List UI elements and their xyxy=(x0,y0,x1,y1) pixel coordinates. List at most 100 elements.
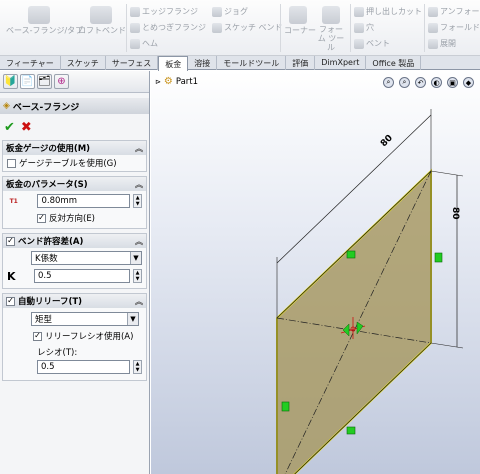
reverse-direction-checkbox[interactable]: ✓ xyxy=(37,213,46,223)
relief-ratio-input[interactable]: 0.5 xyxy=(37,360,131,374)
tab-surfaces[interactable]: サーフェス xyxy=(106,56,159,70)
unfold-button[interactable]: アンフォールド xyxy=(428,6,480,17)
lofted-bend-icon xyxy=(90,6,112,24)
chevron-up-icon[interactable]: ︽ xyxy=(135,236,143,247)
dimxpert-tab-icon[interactable]: ⊕ xyxy=(54,74,69,89)
panel-tabs: 🔰 📄 🗂 ⊕ xyxy=(0,71,149,93)
ratio-label-row: レシオ(T): xyxy=(3,344,146,358)
relief-ratio-check-row[interactable]: ✓ リリーフレシオ使用(A) xyxy=(3,328,146,344)
relief-type-select[interactable]: 矩型 ▼ xyxy=(31,312,139,326)
section-view-icon[interactable]: ◐ xyxy=(431,77,442,88)
tab-office-products[interactable]: Office 製品 xyxy=(366,56,422,70)
reverse-direction-label: 反対方向(E) xyxy=(49,214,96,224)
edge-flange-button[interactable]: エッジフランジ xyxy=(130,6,198,17)
auto-relief-group: ✓ 自動リリーフ(T) ︽ 矩型 ▼ ✓ リリーフレシオ使用(A) レシオ(T):… xyxy=(2,293,147,381)
extruded-cut-button[interactable]: 押し出しカット xyxy=(354,6,422,17)
flatten-button[interactable]: 展開 xyxy=(428,38,456,49)
edge-handle-left[interactable] xyxy=(281,401,290,412)
extension-line xyxy=(430,342,464,349)
fold-button[interactable]: フォールド xyxy=(428,22,480,33)
graphics-viewport[interactable]: 80 80 ⊳ ⚙ Part1 ⌕ ⌕ ↶ ◐ ▣ ◆ xyxy=(151,71,480,474)
property-manager-title: ◈ ベース-フランジ xyxy=(0,98,149,114)
edge-handle-bottom[interactable] xyxy=(346,426,356,435)
flatten-icon xyxy=(428,38,438,49)
sheet-metal-parameters-group: 板金のパラメータ(S) ︽ T1 0.80mm ▲ ▼ ✓ 反対方向(E) xyxy=(2,176,147,229)
command-manager-ribbon: ベース-フランジ/タブ ロフトベンド エッジフランジ とめつぎフランジ ヘム ジ… xyxy=(0,0,480,56)
hem-button[interactable]: ヘム xyxy=(130,38,158,49)
corner-icon xyxy=(289,6,307,24)
jog-icon xyxy=(212,6,222,17)
dimension-text-top[interactable]: 80 xyxy=(379,133,395,149)
corner-button[interactable]: コーナー xyxy=(284,6,316,36)
tab-weldments[interactable]: 溶接 xyxy=(188,56,218,70)
bend-group-header[interactable]: ✓ ベンド許容差(A) ︽ xyxy=(3,234,146,248)
base-flange-icon: ◈ xyxy=(3,101,10,111)
bend-type-select[interactable]: K係数 ▼ xyxy=(31,251,142,265)
params-group-header[interactable]: 板金のパラメータ(S) ︽ xyxy=(3,177,146,191)
sketched-bend-button[interactable]: スケッチ ベンド xyxy=(212,22,283,33)
reverse-direction-row[interactable]: ✓ 反対方向(E) xyxy=(3,210,146,228)
vent-button[interactable]: ベント xyxy=(354,38,390,49)
unfold-icon xyxy=(428,6,438,17)
relief-ratio-value: 0.5 xyxy=(41,362,55,372)
relief-group-header[interactable]: ✓ 自動リリーフ(T) ︽ xyxy=(3,294,146,308)
bend-allowance-checkbox[interactable]: ✓ xyxy=(6,236,15,246)
ratio-input-row: 0.5 ▲ ▼ xyxy=(3,358,146,380)
hole-button[interactable]: 穴 xyxy=(354,22,374,33)
dimension-text-side[interactable]: 80 xyxy=(450,207,460,220)
gauge-group-header[interactable]: 板金ゲージの使用(M) ︽ xyxy=(3,141,146,155)
sketched-bend-label: スケッチ ベンド xyxy=(224,23,283,32)
tab-mold-tools[interactable]: モールドツール xyxy=(217,56,287,70)
form-tool-button[interactable]: フォーム ツール xyxy=(316,6,346,52)
property-manager-tab-icon[interactable]: 📄 xyxy=(20,74,35,89)
cancel-x-icon[interactable]: ✖ xyxy=(21,120,32,135)
view-orientation-icon[interactable]: ▣ xyxy=(447,77,458,88)
chevron-up-icon[interactable]: ︽ xyxy=(135,179,143,190)
heads-up-view-toolbar: ⌕ ⌕ ↶ ◐ ▣ ◆ xyxy=(383,77,474,88)
thickness-spinner[interactable]: ▲ ▼ xyxy=(133,194,142,208)
jog-label: ジョグ xyxy=(224,7,248,16)
use-relief-ratio-checkbox[interactable]: ✓ xyxy=(33,331,42,341)
relief-ratio-spinner[interactable]: ▲ ▼ xyxy=(133,360,142,374)
ribbon-separator xyxy=(424,4,425,52)
ratio-label: レシオ(T): xyxy=(37,348,78,358)
ok-checkmark-icon[interactable]: ✔ xyxy=(4,120,15,135)
edge-handle-top[interactable] xyxy=(346,250,356,259)
feature-tree-flyout[interactable]: ⊳ ⚙ Part1 xyxy=(155,76,198,87)
use-gauge-table-checkbox[interactable] xyxy=(7,158,16,168)
thickness-input[interactable]: 0.80mm xyxy=(37,194,131,208)
vent-label: ベント xyxy=(366,39,390,48)
feature-tree-tab-icon[interactable]: 🔰 xyxy=(3,74,18,89)
expand-arrow-icon[interactable]: ⊳ xyxy=(155,78,161,86)
tab-sheet-metal[interactable]: 板金 xyxy=(158,56,189,71)
use-relief-ratio-label: リリーフレシオ使用(A) xyxy=(45,332,134,342)
base-flange-button[interactable]: ベース-フランジ/タブ xyxy=(6,6,83,36)
dropdown-arrow-icon: ▼ xyxy=(130,252,141,264)
base-flange-icon xyxy=(28,6,50,24)
sheet-metal-gauge-group: 板金ゲージの使用(M) ︽ ゲージテーブルを使用(G) xyxy=(2,140,147,172)
jog-button[interactable]: ジョグ xyxy=(212,6,248,17)
chevron-up-icon[interactable]: ︽ xyxy=(135,296,143,307)
chevron-up-icon[interactable]: ︽ xyxy=(135,143,143,154)
k-factor-spinner[interactable]: ▲ ▼ xyxy=(133,269,142,283)
configuration-tab-icon[interactable]: 🗂 xyxy=(37,74,52,89)
tab-sketch[interactable]: スケッチ xyxy=(61,56,106,70)
relief-group-title: 自動リリーフ(T) xyxy=(18,297,83,307)
auto-relief-checkbox[interactable]: ✓ xyxy=(6,296,15,306)
zoom-to-area-icon[interactable]: ⌕ xyxy=(399,77,410,88)
edge-handle-right[interactable] xyxy=(434,252,443,263)
tab-features[interactable]: フィーチャー xyxy=(0,56,61,70)
zoom-to-fit-icon[interactable]: ⌕ xyxy=(383,77,394,88)
tab-dimxpert[interactable]: DimXpert xyxy=(315,56,367,70)
lofted-bend-button[interactable]: ロフトベンド xyxy=(78,6,126,36)
previous-view-icon[interactable]: ↶ xyxy=(415,77,426,88)
use-gauge-table-row[interactable]: ゲージテーブルを使用(G) xyxy=(3,155,146,171)
display-style-icon[interactable]: ◆ xyxy=(463,77,474,88)
corner-label: コーナー xyxy=(284,26,316,35)
tab-evaluate[interactable]: 評価 xyxy=(286,56,316,70)
k-factor-label: K xyxy=(7,269,16,283)
k-factor-input[interactable]: 0.5 xyxy=(34,269,130,283)
miter-flange-icon xyxy=(130,22,140,33)
miter-flange-button[interactable]: とめつぎフランジ xyxy=(130,22,206,33)
property-manager-panel: 🔰 📄 🗂 ⊕ ◈ ベース-フランジ ✔ ✖ 板金ゲージの使用(M) ︽ ゲージ… xyxy=(0,71,150,474)
